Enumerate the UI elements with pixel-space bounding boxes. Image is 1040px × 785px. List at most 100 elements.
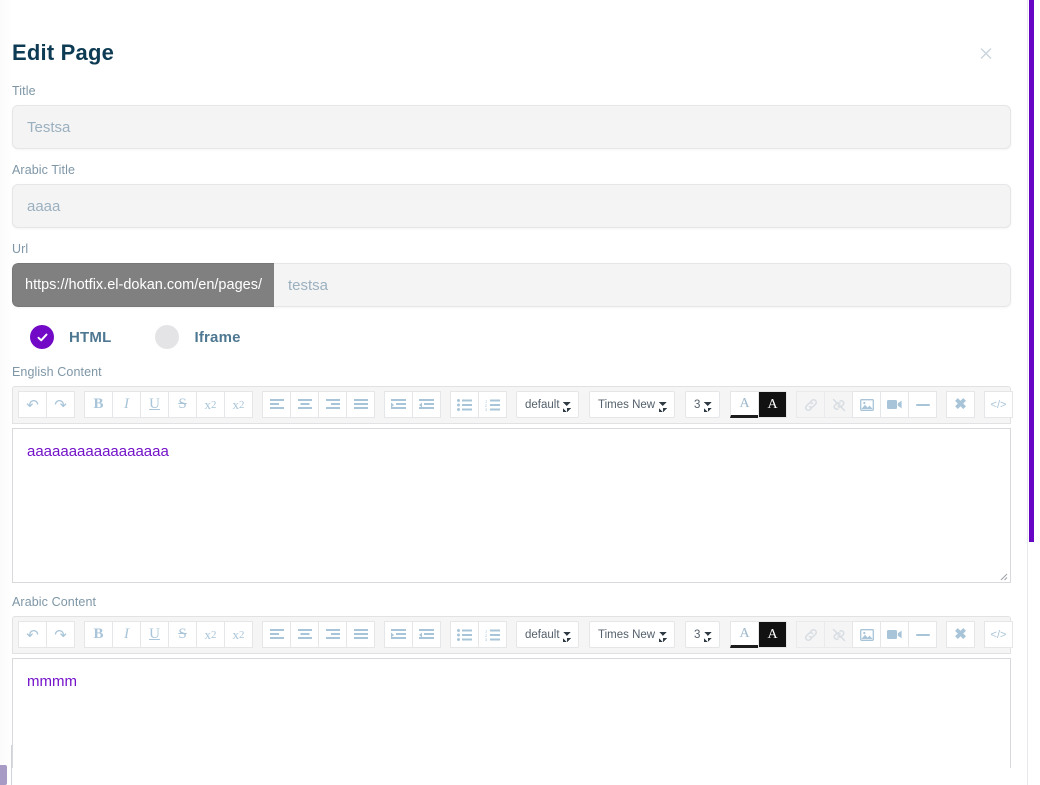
toolbar-group-alignment bbox=[262, 621, 375, 648]
resize-handle-icon[interactable] bbox=[996, 568, 1008, 581]
align-justify-icon[interactable] bbox=[346, 391, 375, 418]
unlink-icon[interactable] bbox=[824, 621, 853, 648]
radio-label-html: HTML bbox=[69, 328, 112, 346]
toolbar-group-history: ↶ ↷ bbox=[18, 391, 75, 418]
link-icon[interactable] bbox=[796, 621, 825, 648]
link-icon[interactable] bbox=[796, 391, 825, 418]
english-content-label: English Content bbox=[12, 365, 102, 379]
superscript-icon[interactable]: x2 bbox=[224, 621, 253, 648]
radio-label-iframe: Iframe bbox=[194, 328, 241, 346]
underline-icon[interactable]: U bbox=[140, 391, 169, 418]
toolbar-group-misc: ✖ bbox=[946, 391, 975, 418]
paragraph-style-select[interactable]: default bbox=[516, 621, 579, 648]
ordered-list-icon[interactable]: 123 bbox=[478, 621, 507, 648]
strikethrough-icon[interactable]: S bbox=[168, 621, 197, 648]
paragraph-style-select[interactable]: default bbox=[516, 391, 579, 418]
toolbar-group-indentation bbox=[384, 391, 441, 418]
bold-icon[interactable]: B bbox=[84, 391, 113, 418]
arabic-content-text: mmmm bbox=[27, 673, 77, 690]
url-field-block: Url https://hotfix.el-dokan.com/en/pages… bbox=[12, 242, 1011, 307]
undo-icon[interactable]: ↶ bbox=[18, 391, 47, 418]
clear-formatting-icon[interactable]: ✖ bbox=[946, 391, 975, 418]
superscript-icon[interactable]: x2 bbox=[224, 391, 253, 418]
toolbar-group-insert bbox=[796, 621, 937, 648]
redo-icon[interactable]: ↷ bbox=[46, 621, 75, 648]
align-justify-icon[interactable] bbox=[346, 621, 375, 648]
url-slug-input[interactable] bbox=[273, 263, 1011, 307]
radio-option-html[interactable]: HTML bbox=[30, 325, 111, 349]
bold-icon[interactable]: B bbox=[84, 621, 113, 648]
align-right-icon[interactable] bbox=[318, 391, 347, 418]
clear-formatting-icon[interactable]: ✖ bbox=[946, 621, 975, 648]
image-icon[interactable] bbox=[852, 621, 881, 648]
svg-text:3: 3 bbox=[485, 407, 488, 411]
strikethrough-icon[interactable]: S bbox=[168, 391, 197, 418]
code-view-icon[interactable]: </> bbox=[984, 391, 1013, 418]
unordered-list-icon[interactable] bbox=[450, 391, 479, 418]
video-icon[interactable] bbox=[880, 391, 909, 418]
font-family-select[interactable]: Times New bbox=[589, 621, 675, 648]
font-size-select[interactable]: 3 bbox=[685, 391, 720, 418]
unlink-icon[interactable] bbox=[824, 391, 853, 418]
font-family-select[interactable]: Times New bbox=[589, 391, 675, 418]
svg-text:3: 3 bbox=[485, 637, 488, 641]
page-title: Edit Page bbox=[12, 40, 115, 65]
subscript-icon[interactable]: x2 bbox=[196, 391, 225, 418]
unordered-list-icon[interactable] bbox=[450, 621, 479, 648]
background-color-icon[interactable]: A bbox=[758, 391, 787, 418]
underline-icon[interactable]: U bbox=[140, 621, 169, 648]
text-color-icon[interactable]: A bbox=[730, 621, 759, 648]
video-icon[interactable] bbox=[880, 621, 909, 648]
ordered-list-icon[interactable]: 123 bbox=[478, 391, 507, 418]
radio-option-iframe[interactable]: Iframe bbox=[155, 325, 240, 349]
code-view-icon[interactable]: </> bbox=[984, 621, 1013, 648]
italic-icon[interactable]: I bbox=[112, 391, 141, 418]
horizontal-rule-icon[interactable] bbox=[908, 621, 937, 648]
outdent-icon[interactable] bbox=[412, 391, 441, 418]
toolbar-group-text-style: B I U S x2 x2 bbox=[84, 391, 253, 418]
english-content-text: aaaaaaaaaaaaaaaaa bbox=[27, 443, 169, 460]
toolbar-group-colors: A A bbox=[730, 621, 787, 648]
subscript-icon[interactable]: x2 bbox=[196, 621, 225, 648]
radio-unchecked-icon bbox=[155, 325, 180, 349]
english-content-area[interactable]: aaaaaaaaaaaaaaaaa bbox=[12, 428, 1011, 583]
dialog-header: Edit Page bbox=[12, 0, 1011, 84]
align-right-icon[interactable] bbox=[318, 621, 347, 648]
arabic-content-area[interactable]: mmmm bbox=[12, 658, 1011, 768]
toolbar-group-source: </> bbox=[984, 621, 1013, 648]
url-prefix-addon: https://hotfix.el-dokan.com/en/pages/ bbox=[12, 263, 274, 307]
horizontal-rule-icon[interactable] bbox=[908, 391, 937, 418]
title-label: Title bbox=[12, 84, 36, 98]
arabic-title-field-block: Arabic Title bbox=[12, 163, 1011, 228]
toolbar-group-insert bbox=[796, 391, 937, 418]
redo-icon[interactable]: ↷ bbox=[46, 391, 75, 418]
arabic-content-label: Arabic Content bbox=[12, 595, 97, 609]
title-input[interactable] bbox=[12, 105, 1011, 149]
close-icon[interactable] bbox=[973, 40, 999, 66]
arabic-title-input[interactable] bbox=[12, 184, 1011, 228]
align-left-icon[interactable] bbox=[262, 621, 291, 648]
outdent-icon[interactable] bbox=[412, 621, 441, 648]
scrollbar-thumb[interactable] bbox=[1029, 0, 1034, 542]
font-size-select[interactable]: 3 bbox=[685, 621, 720, 648]
align-left-icon[interactable] bbox=[262, 391, 291, 418]
indent-icon[interactable] bbox=[384, 391, 413, 418]
align-center-icon[interactable] bbox=[290, 621, 319, 648]
text-color-icon[interactable]: A bbox=[730, 391, 759, 418]
align-center-icon[interactable] bbox=[290, 391, 319, 418]
toolbar-group-indentation bbox=[384, 621, 441, 648]
background-color-icon[interactable]: A bbox=[758, 621, 787, 648]
arabic-editor-toolbar: ↶ ↷ B I U S x2 x2 1 2 3 default Times Ne… bbox=[12, 616, 1013, 654]
toolbar-group-source: </> bbox=[984, 391, 1013, 418]
url-input-group: https://hotfix.el-dokan.com/en/pages/ bbox=[12, 263, 1011, 307]
toolbar-group-text-style: B I U S x2 x2 bbox=[84, 621, 253, 648]
toolbar-group-lists: 123 bbox=[450, 621, 507, 648]
image-icon[interactable] bbox=[852, 391, 881, 418]
indent-icon[interactable] bbox=[384, 621, 413, 648]
toolbar-group-alignment bbox=[262, 391, 375, 418]
undo-icon[interactable]: ↶ bbox=[18, 621, 47, 648]
edit-page-dialog: Edit Page Title Arabic Title Url https:/… bbox=[0, 0, 1023, 785]
arabic-title-label: Arabic Title bbox=[12, 163, 76, 177]
content-right-divider bbox=[1027, 0, 1028, 785]
italic-icon[interactable]: I bbox=[112, 621, 141, 648]
